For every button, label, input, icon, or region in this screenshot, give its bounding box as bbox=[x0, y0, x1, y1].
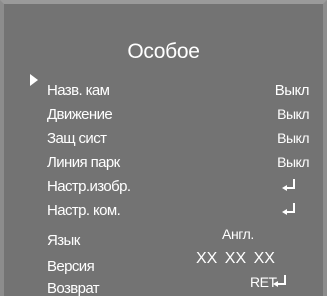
version-value: XX XX XX bbox=[196, 250, 275, 267]
enter-icon[interactable] bbox=[273, 275, 286, 287]
menu-item-comm-settings[interactable]: Настр. ком. bbox=[4, 202, 323, 224]
menu-title: Особое bbox=[127, 40, 200, 63]
menu-item-label: Движение bbox=[47, 106, 113, 123]
menu-item-parking-line[interactable]: Линия парк Выкл bbox=[4, 154, 323, 176]
menu-item-value[interactable]: Выкл bbox=[277, 130, 309, 146]
menu-item-language[interactable]: Язык bbox=[4, 232, 323, 254]
menu-item-image-settings[interactable]: Настр.изобр. bbox=[4, 178, 323, 200]
menu-item-motion[interactable]: Движение Выкл bbox=[4, 106, 323, 128]
menu-item-value[interactable]: Выкл bbox=[277, 106, 309, 122]
menu-item-label: Язык bbox=[47, 232, 80, 249]
menu-item-camera-title[interactable]: Назв. кам Выкл bbox=[4, 82, 323, 104]
menu-item-privacy[interactable]: Защ сист Выкл bbox=[4, 130, 323, 152]
enter-icon[interactable] bbox=[282, 203, 295, 215]
menu-item-value[interactable]: Выкл bbox=[275, 82, 310, 99]
menu-item-label: Линия парк bbox=[47, 154, 120, 171]
enter-icon[interactable] bbox=[282, 179, 295, 191]
menu-item-label: Настр.изобр. bbox=[47, 178, 131, 195]
menu-item-label: Защ сист bbox=[47, 130, 107, 147]
osd-menu-panel: Особое Назв. кам Выкл Движение Выкл Защ … bbox=[0, 0, 327, 297]
menu-item-label: Настр. ком. bbox=[47, 202, 121, 219]
menu-item-label: Назв. кам bbox=[47, 82, 110, 99]
menu-item-label: Версия bbox=[47, 258, 95, 275]
language-value[interactable]: Англ. bbox=[222, 226, 254, 242]
menu-item-value[interactable]: Выкл bbox=[277, 154, 309, 170]
menu-item-label: Возврат bbox=[47, 280, 100, 297]
